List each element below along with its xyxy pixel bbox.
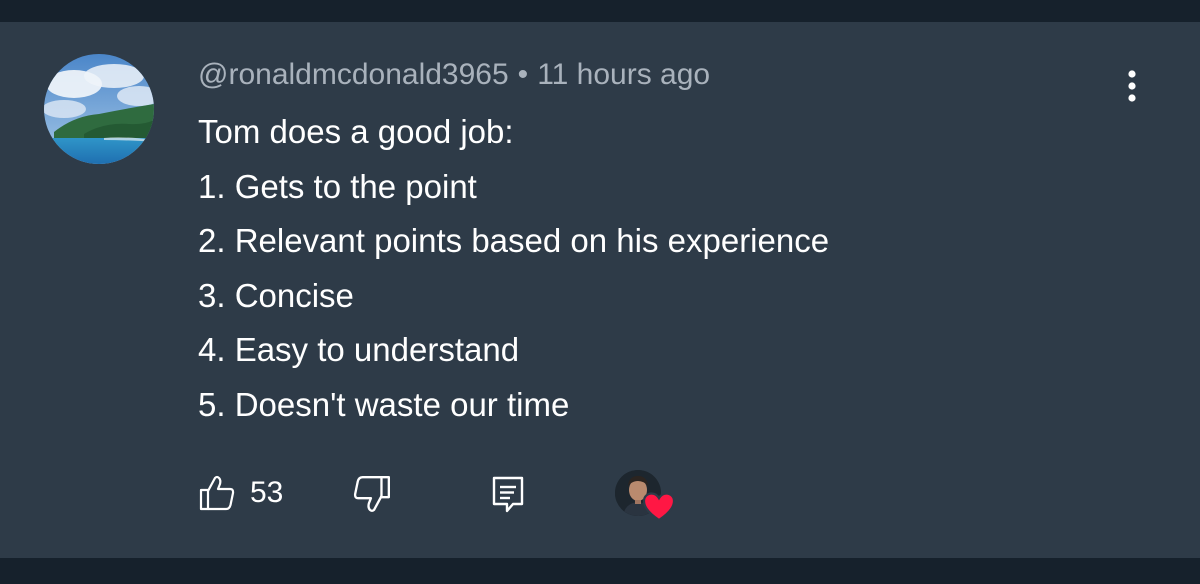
reply-button[interactable] xyxy=(488,474,528,516)
creator-heart-badge[interactable] xyxy=(615,470,677,526)
comment-line: 5. Doesn't waste our time xyxy=(198,385,570,423)
comment-line: 4. Easy to understand xyxy=(198,331,520,368)
comment-timestamp[interactable]: 11 hours ago xyxy=(537,58,710,91)
thumbs-up-icon xyxy=(199,475,235,511)
dislike-button[interactable] xyxy=(352,474,392,514)
heart-icon xyxy=(643,492,675,522)
more-vert-icon[interactable] xyxy=(1116,68,1148,104)
comment-line: 3. Concise xyxy=(198,276,354,314)
avatar-image xyxy=(44,54,154,164)
comment-body: Tom does a good job: 1. Gets to the poin… xyxy=(198,112,829,439)
comment-card: @ronaldmcdonald3965 • 11 hours ago Tom doe… xyxy=(0,22,1200,558)
reply-icon xyxy=(492,476,524,513)
author-avatar[interactable] xyxy=(44,54,154,164)
comment-line: 1. Gets to the point xyxy=(198,167,477,205)
top-divider xyxy=(0,0,1200,22)
thumbs-down-icon xyxy=(353,476,390,512)
comment-line: Tom does a good job: xyxy=(198,113,514,150)
like-button[interactable]: 53 xyxy=(198,472,283,514)
author-handle[interactable]: @ronaldmcdonald3965 xyxy=(198,58,509,91)
meta-separator: • xyxy=(517,58,529,91)
comment-line: 2. Relevant points based on his experien… xyxy=(198,222,830,259)
bottom-divider xyxy=(0,558,1200,584)
comment-actions: 53 xyxy=(0,470,1200,522)
comment-meta: @ronaldmcdonald3965 • 11 hours ago xyxy=(198,58,710,92)
like-count: 53 xyxy=(250,476,284,509)
